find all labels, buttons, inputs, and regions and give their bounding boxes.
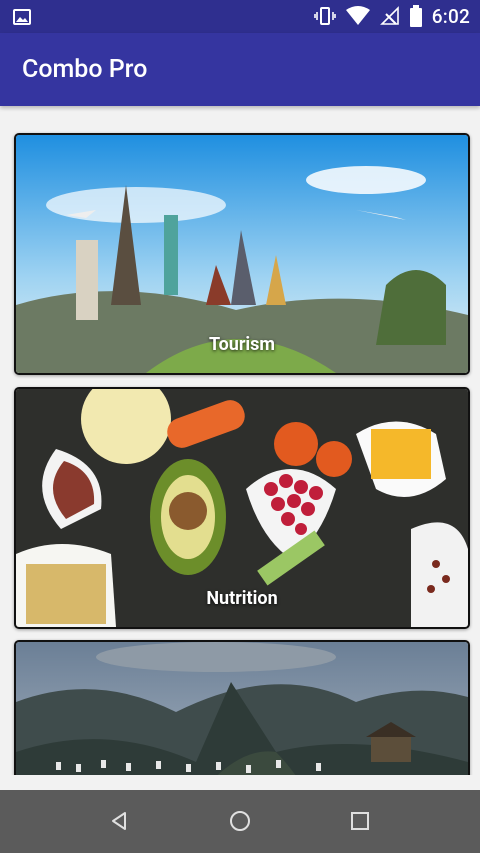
vibrate-icon [313,7,336,25]
back-icon [112,812,126,830]
home-icon [230,811,250,831]
navigation-bar [0,790,480,853]
wifi-icon [345,6,370,25]
clock: 6:02 [431,4,470,28]
back-button[interactable] [104,806,134,836]
category-card-nutrition[interactable]: Nutrition [14,387,470,629]
card-label: Tourism [208,334,276,355]
no-signal-icon [379,6,399,25]
category-card-3[interactable] [14,640,470,775]
card-label: Nutrition [206,588,278,609]
status-bar: 6:02 [0,0,480,33]
recents-icon [351,812,369,830]
battery-icon [409,5,422,27]
mountain-image [16,642,468,775]
recents-button[interactable] [345,806,375,836]
home-button[interactable] [225,806,255,836]
category-card-tourism[interactable]: Tourism [14,133,470,375]
image-icon [13,9,31,25]
card-list[interactable]: Tourism Nutrition [0,106,480,775]
app-bar: Combo Pro [0,33,480,106]
app-title: Combo Pro [22,55,148,84]
